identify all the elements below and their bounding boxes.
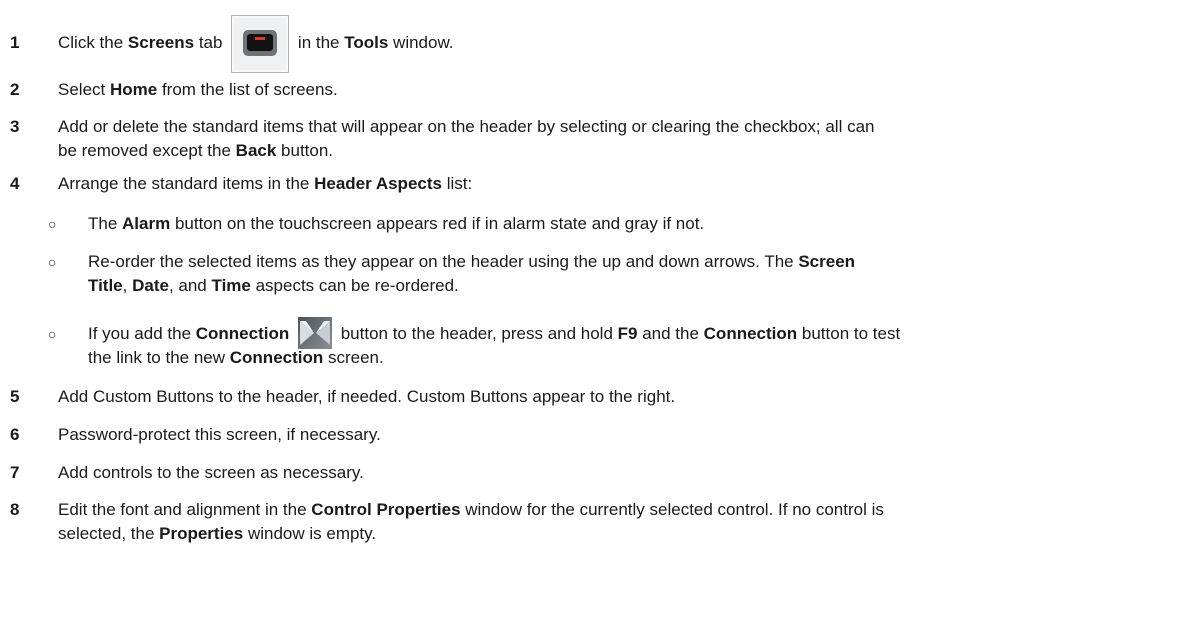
- step-text: Add or delete the standard items that wi…: [58, 117, 875, 160]
- step-text: Add controls to the screen as necessary.: [58, 463, 364, 482]
- step-text: Add Custom Buttons to the header, if nee…: [58, 387, 676, 406]
- step-number: 4: [10, 174, 20, 193]
- bullet-text: Re-order the selected items as they appe…: [88, 252, 856, 295]
- step-text: Password-protect this screen, if necessa…: [58, 425, 381, 444]
- connection-icon[interactable]: [297, 316, 332, 349]
- step-number: 3: [10, 117, 20, 136]
- screens-tab-icon[interactable]: [231, 14, 290, 73]
- bullet-text: The Alarm button on the touchscreen appe…: [88, 214, 705, 233]
- bullet-marker: ○: [48, 254, 57, 270]
- step-number: 6: [10, 425, 20, 444]
- step-number: 5: [10, 387, 20, 406]
- step-number: 2: [10, 80, 20, 99]
- bullet-text: If you add the Connection button to the …: [88, 316, 1169, 370]
- bullet-marker: ○: [48, 216, 57, 232]
- step-text: Arrange the standard items in the Header…: [58, 174, 473, 193]
- step-text: Click the Screens tab in the Tools windo…: [58, 14, 1171, 73]
- step-number: 7: [10, 463, 20, 482]
- step-number: 8: [10, 500, 20, 519]
- step-text: Select Home from the list of screens.: [58, 80, 338, 99]
- step-number: 1: [10, 33, 20, 52]
- step-text: Edit the font and alignment in the Contr…: [58, 500, 884, 543]
- bullet-marker: ○: [48, 326, 57, 342]
